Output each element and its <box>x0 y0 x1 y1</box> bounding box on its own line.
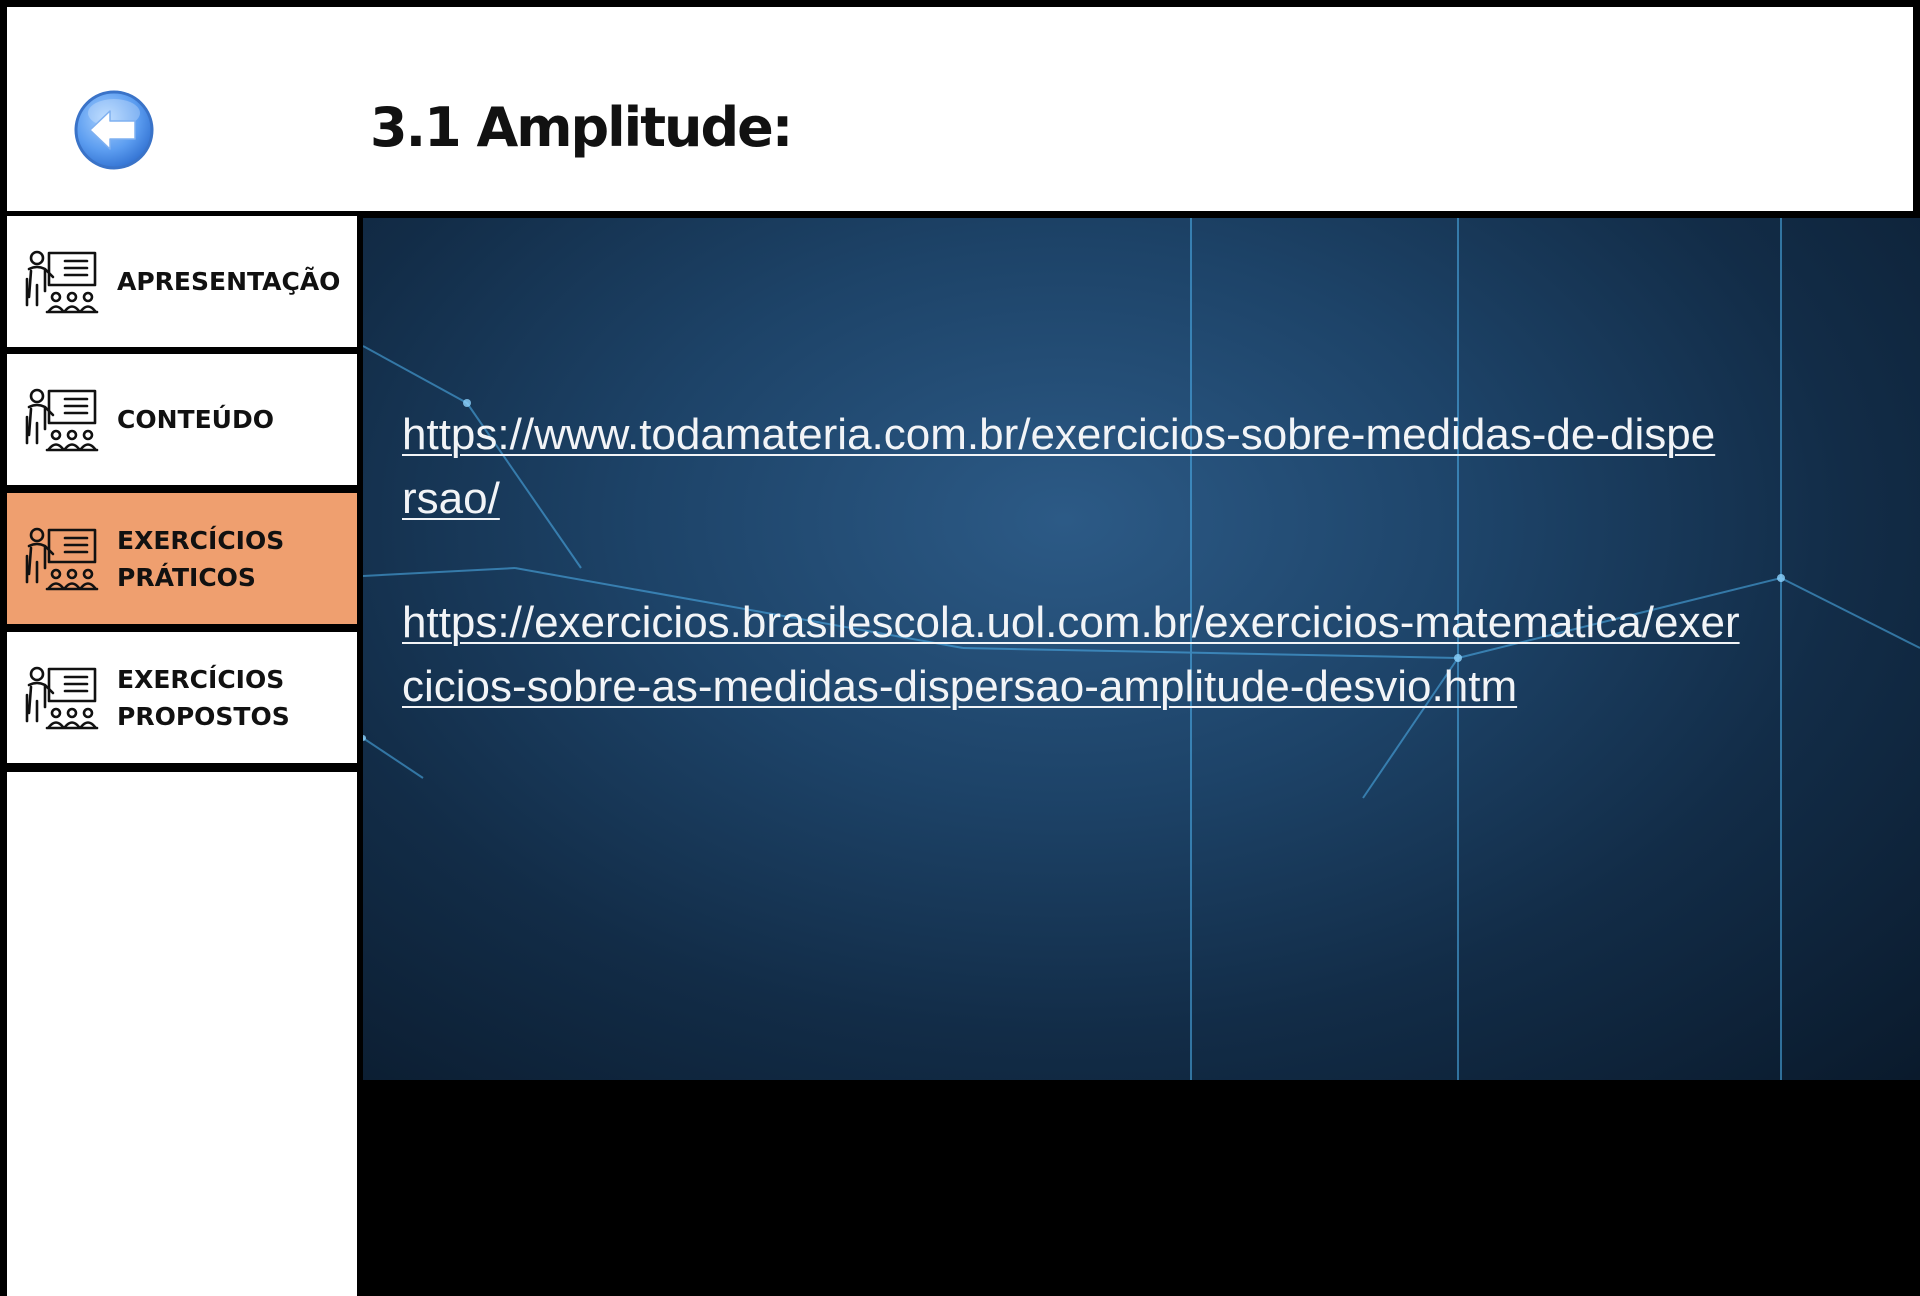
back-arrow-icon[interactable] <box>73 89 155 171</box>
sidebar-item-apresentacao[interactable]: APRESENTAÇÃO <box>7 216 357 347</box>
link-brasilescola[interactable]: https://exercicios.brasilescola.uol.com.… <box>402 591 1742 719</box>
sidebar-item-exercicios-propostos[interactable]: EXERCÍCIOS PROPOSTOS <box>7 632 357 763</box>
teacher-presentation-icon <box>25 388 99 451</box>
sidebar-item-exercicios-praticos[interactable]: EXERCÍCIOS PRÁTICOS <box>7 493 357 624</box>
page-title: 3.1 Amplitude: <box>370 96 793 159</box>
link-todamateria[interactable]: https://www.todamateria.com.br/exercicio… <box>402 403 1722 531</box>
sidebar-empty-area <box>7 772 357 1296</box>
teacher-presentation-icon <box>25 666 99 729</box>
header: 3.1 Amplitude: <box>7 7 1913 211</box>
slide-frame: 3.1 Amplitude: APRESENTAÇÃO CONTEÚDO EXE… <box>0 0 1920 1296</box>
sidebar-item-label: EXERCÍCIOS PRÁTICOS <box>117 525 285 592</box>
teacher-presentation-icon <box>25 250 99 313</box>
teacher-presentation-icon <box>25 527 99 590</box>
content-panel: https://www.todamateria.com.br/exercicio… <box>363 218 1920 1080</box>
sidebar-item-label: APRESENTAÇÃO <box>117 267 341 296</box>
sidebar-item-label: CONTEÚDO <box>117 405 274 434</box>
sidebar-item-conteudo[interactable]: CONTEÚDO <box>7 354 357 485</box>
sidebar-item-label: EXERCÍCIOS PROPOSTOS <box>117 664 290 731</box>
links-list: https://www.todamateria.com.br/exercicio… <box>402 403 1802 719</box>
sidebar: APRESENTAÇÃO CONTEÚDO EXERCÍCIOS PRÁTICO… <box>7 216 357 1296</box>
